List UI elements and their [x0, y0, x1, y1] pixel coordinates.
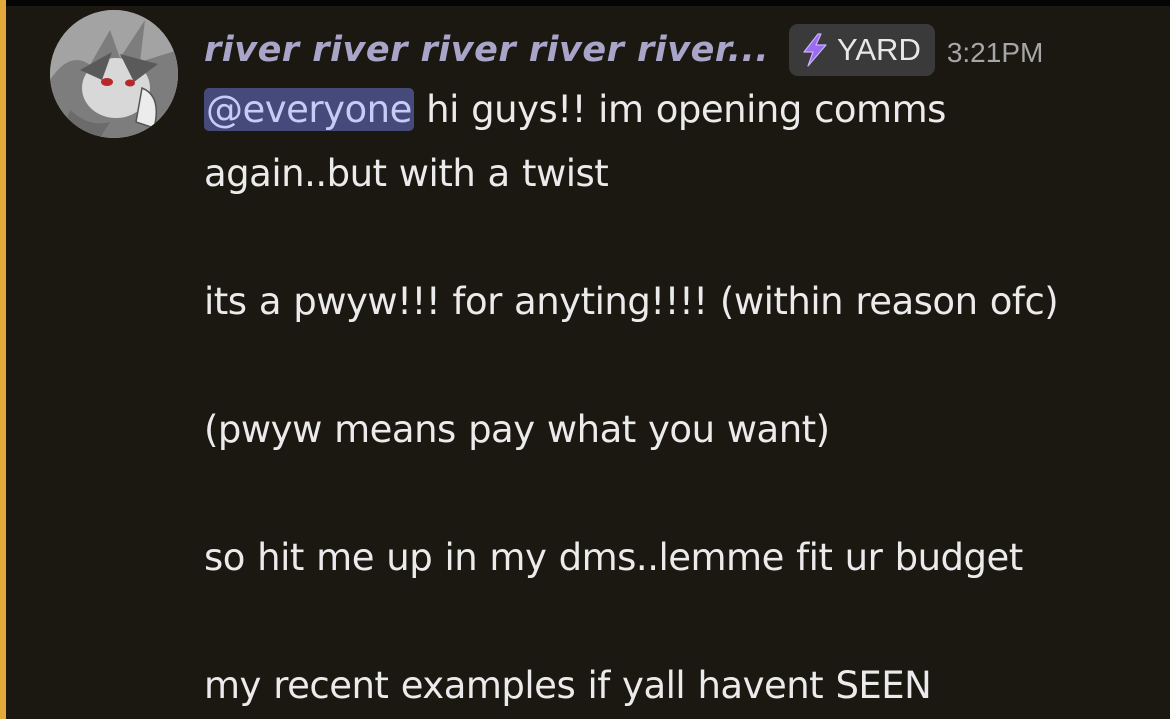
message-line: @everyone hi guys!! im opening comms	[204, 78, 1144, 142]
message-text: hi guys!! im opening comms	[413, 88, 946, 131]
message-line: its a pwyw!!! for anyting!!!! (within re…	[204, 280, 1059, 323]
message-content: @everyone hi guys!! im opening comms aga…	[204, 78, 1144, 718]
avatar-image	[50, 10, 178, 138]
username[interactable]: river river river river river...	[204, 30, 769, 70]
message-line: again..but with a twist	[204, 152, 609, 195]
avatar[interactable]	[50, 10, 178, 138]
message-header: river river river river river... YARD 3:…	[204, 20, 1043, 80]
message-line: so hit me up in my dms..lemme fit ur bud…	[204, 536, 1023, 579]
server-tag[interactable]: YARD	[789, 24, 935, 76]
timestamp: 3:21PM	[946, 37, 1044, 68]
message-line: my recent examples if yall havent SEEN	[204, 664, 932, 707]
lightning-bolt-icon	[799, 32, 831, 68]
message-line: (pwyw means pay what you want)	[204, 408, 830, 451]
chat-message: river river river river river... YARD 3:…	[6, 6, 1170, 719]
everyone-mention[interactable]: @everyone	[204, 88, 414, 131]
server-tag-label: YARD	[837, 32, 921, 67]
